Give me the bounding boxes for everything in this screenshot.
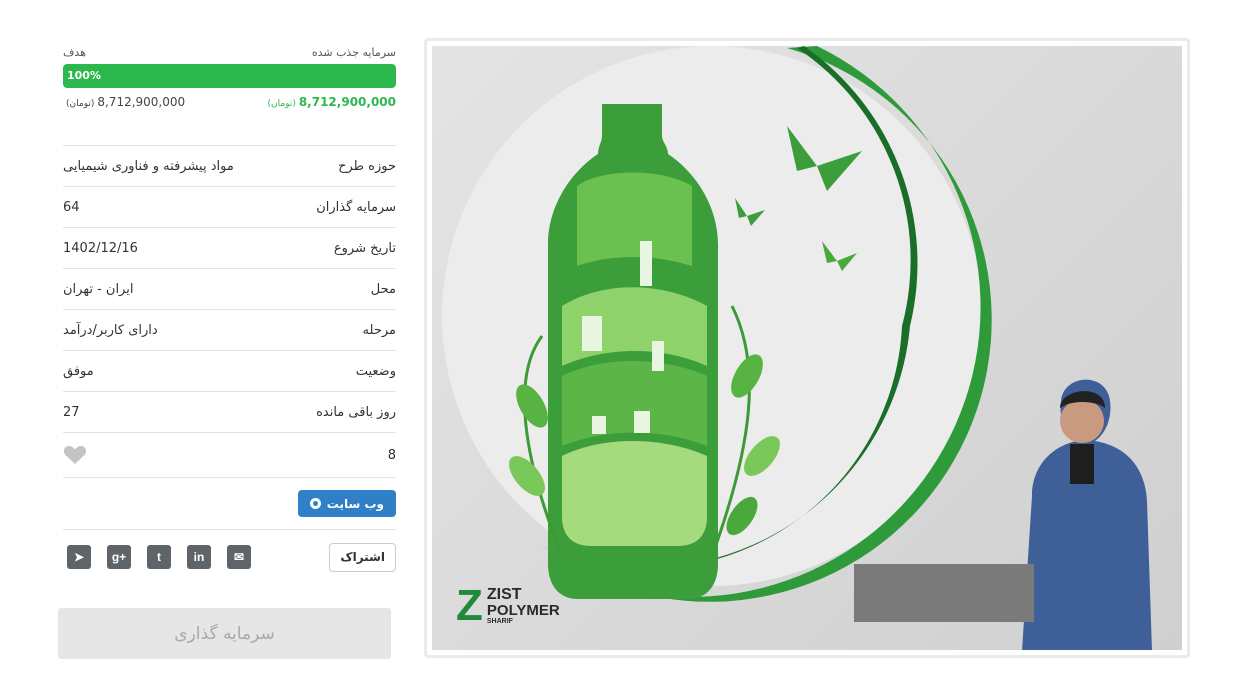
raised-label: سرمایه جذب شده bbox=[311, 45, 396, 59]
email-icon[interactable]: ✉ bbox=[227, 545, 251, 569]
invest-button: سرمایه گذاری bbox=[58, 608, 391, 659]
google-plus-icon[interactable]: g+ bbox=[107, 545, 131, 569]
detail-value: موفق bbox=[63, 363, 94, 379]
detail-value: 1402/12/16 bbox=[63, 240, 138, 256]
zist-polymer-logo: Z ZIST POLYMER SHARIF bbox=[456, 581, 560, 630]
funding-labels: سرمایه جذب شده هدف bbox=[63, 40, 396, 64]
detail-row-status: وضعیت موفق bbox=[63, 350, 396, 391]
detail-row-investors: سرمایه گذاران 64 bbox=[63, 186, 396, 227]
detail-row-stage: مرحله دارای کاربر/درآمد bbox=[63, 309, 396, 350]
detail-label: مرحله bbox=[362, 322, 396, 338]
detail-value: ایران - تهران bbox=[63, 281, 134, 297]
progress-text: 100% bbox=[67, 69, 101, 82]
social-links: ➤ g+ t in ✉ bbox=[67, 545, 251, 569]
project-info-panel: سرمایه جذب شده هدف 100% (تومان) 8,712,900… bbox=[63, 40, 396, 584]
project-details: حوزه طرح مواد پیشرفته و فناوری شیمیایی س… bbox=[63, 145, 396, 478]
telegram-icon[interactable]: ➤ bbox=[67, 545, 91, 569]
detail-row-field: حوزه طرح مواد پیشرفته و فناوری شیمیایی bbox=[63, 145, 396, 186]
goal-amount: (تومان) 8,712,900,000 bbox=[66, 95, 186, 109]
raised-amount: (تومان) 8,712,900,000 bbox=[267, 95, 396, 109]
detail-label: وضعیت bbox=[355, 363, 396, 379]
twitter-icon[interactable]: t bbox=[147, 545, 171, 569]
share-row: اشتراک ➤ g+ t in ✉ bbox=[63, 530, 396, 584]
detail-value: 27 bbox=[63, 404, 80, 420]
share-button[interactable]: اشتراک bbox=[329, 542, 396, 572]
goal-currency: (تومان) bbox=[66, 99, 95, 109]
project-image-frame: Z ZIST POLYMER SHARIF bbox=[424, 38, 1190, 658]
goal-label: هدف bbox=[63, 45, 86, 59]
detail-label: حوزه طرح bbox=[338, 158, 396, 174]
funding-amounts: (تومان) 8,712,900,000 (تومان) 8,712,900,00… bbox=[63, 95, 396, 111]
detail-value: دارای کاربر/درآمد bbox=[63, 322, 158, 338]
detail-row-location: محل ایران - تهران bbox=[63, 268, 396, 309]
globe-icon bbox=[309, 498, 321, 509]
like-row: 8 bbox=[63, 432, 396, 478]
website-row: وب سایت bbox=[63, 478, 396, 530]
detail-label: تاریخ شروع bbox=[333, 240, 396, 256]
detail-row-start-date: تاریخ شروع 1402/12/16 bbox=[63, 227, 396, 268]
heart-icon[interactable] bbox=[63, 445, 87, 465]
detail-label: محل bbox=[370, 281, 396, 297]
detail-label: روز باقی مانده bbox=[316, 404, 396, 420]
raised-currency: (تومان) bbox=[267, 99, 296, 109]
detail-value: مواد پیشرفته و فناوری شیمیایی bbox=[63, 158, 234, 174]
detail-label: سرمایه گذاران bbox=[316, 199, 396, 215]
eco-bottle-illustration bbox=[442, 46, 1152, 650]
website-button[interactable]: وب سایت bbox=[297, 490, 396, 517]
linkedin-icon[interactable]: in bbox=[187, 545, 211, 569]
detail-value: 64 bbox=[63, 199, 80, 215]
like-count: 8 bbox=[387, 447, 396, 463]
funding-progress-bar: 100% bbox=[63, 64, 396, 88]
progress-fill: 100% bbox=[63, 64, 396, 88]
tv-channel-logo bbox=[854, 564, 1034, 622]
detail-row-days-left: روز باقی مانده 27 bbox=[63, 391, 396, 432]
project-image: Z ZIST POLYMER SHARIF bbox=[432, 46, 1182, 650]
